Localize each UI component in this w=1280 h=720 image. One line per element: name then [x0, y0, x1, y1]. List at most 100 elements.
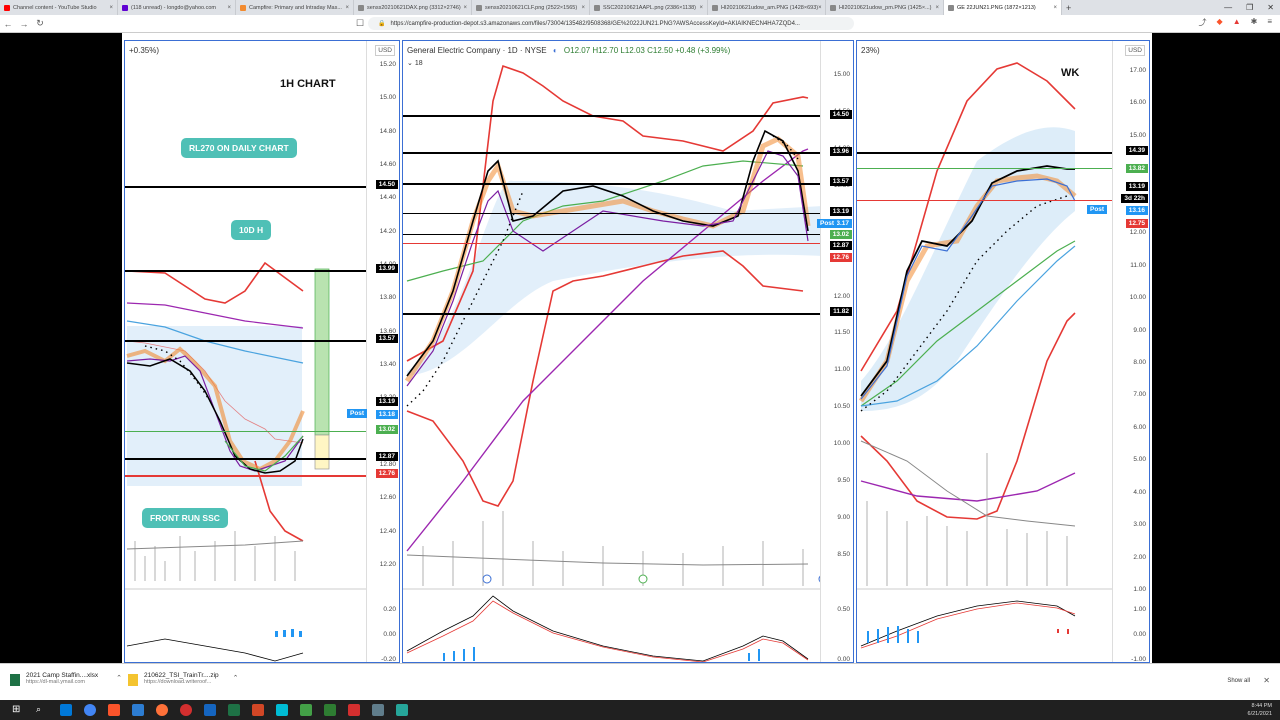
tab-label: HI20210621udow_pm.PNG (1425×...) [839, 4, 932, 11]
browser-tab[interactable]: GE 22JUN21.PNG (1872×1213) × [944, 0, 1062, 15]
tab-close-icon[interactable]: × [699, 5, 703, 11]
chevron-up-icon[interactable]: ⌃ [116, 674, 122, 682]
chevron-up-icon[interactable]: ⌃ [233, 674, 239, 682]
download-item[interactable]: 2021 Camp Staffin....xlsx https://dl-mail… [10, 672, 122, 686]
price-level-tag: 12.87 [375, 452, 398, 461]
oscillator-tick-label: 0.20 [383, 606, 396, 613]
price-level-tag: 12.76 [375, 469, 398, 478]
bookmark-icon[interactable]: ☐ [352, 18, 368, 29]
price-level-tag: 13.57 [829, 177, 852, 186]
opera-icon[interactable] [180, 704, 192, 716]
alert-icon[interactable]: ▲ [1233, 17, 1241, 28]
browser-tab[interactable]: HI20210621udow_am.PNG (1428×693) × [708, 0, 826, 15]
price-level-tag: 12.87 [829, 241, 852, 250]
window-controls: — ❐ ✕ [1224, 0, 1274, 15]
app-icon[interactable] [396, 704, 408, 716]
price-tick-label: 3.00 [1133, 521, 1146, 529]
brave-shield-icon[interactable]: ◆ [1217, 17, 1223, 28]
ie-icon[interactable] [132, 704, 144, 716]
close-window-button[interactable]: ✕ [1267, 3, 1274, 12]
back-icon[interactable]: ← [0, 19, 16, 29]
tab-close-icon[interactable]: × [463, 5, 467, 11]
level-line-14-50 [403, 115, 823, 117]
search-icon[interactable]: ⌕ [36, 704, 48, 716]
menu-icon[interactable]: ≡ [1267, 17, 1272, 28]
browser-tab[interactable]: (118 unread) - longdo@yahoo.com × [118, 0, 236, 15]
app-icon[interactable] [300, 704, 312, 716]
price-level-tag: 3d 22h [1121, 194, 1148, 203]
price-tick-label: 15.00 [833, 71, 850, 78]
app-icon[interactable] [276, 704, 288, 716]
powerpoint-icon[interactable] [252, 704, 264, 716]
price-tick-label: 11.50 [834, 329, 850, 337]
forward-icon[interactable]: → [16, 19, 32, 29]
tab-close-icon[interactable]: × [581, 5, 585, 11]
tab-close-icon[interactable]: × [935, 5, 939, 11]
app-icon[interactable] [348, 704, 360, 716]
show-all-button[interactable]: Show all [1227, 678, 1250, 684]
level-line-13-99 [125, 270, 369, 272]
system-clock[interactable]: 8:44 PM 6/21/2021 [1248, 702, 1272, 718]
level-line-12-87 [403, 234, 823, 235]
indicator-toggle[interactable]: ⌄ 18 [407, 59, 423, 67]
daily-chart-drawing [403, 64, 828, 662]
price-level-tag: 13.57 [375, 334, 398, 343]
tab-label: Campfire: Primary and Intraday Mas... [249, 4, 342, 11]
tab-favicon-icon [712, 4, 718, 11]
price-tick-label: 12.40 [379, 527, 396, 535]
price-tick-label: 14.40 [379, 194, 396, 202]
edge-icon[interactable] [60, 704, 72, 716]
close-icon[interactable]: ✕ [1263, 676, 1270, 685]
daily-chart-panel: General Electric Company · 1D · NYSE ◐ O… [402, 40, 854, 663]
windows-start-icon[interactable]: ⊞ [12, 704, 24, 716]
price-tick-label: 12.60 [379, 494, 396, 502]
price-tick-label: 11.00 [834, 366, 850, 374]
download-source: https://dl-mail.ymail.com [26, 679, 85, 685]
download-item[interactable]: 210622_TSI_TrainTr....zip https://downloa… [128, 672, 239, 686]
price-level-tag: 14.39 [1125, 146, 1148, 155]
browser-tab[interactable]: Campfire: Primary and Intraday Mas... × [236, 0, 354, 15]
oscillator-tick-label: 0.00 [1133, 631, 1146, 638]
price-tick-label: 9.00 [837, 514, 850, 522]
reload-icon[interactable]: ↻ [32, 18, 48, 29]
restore-button[interactable]: ❐ [1246, 3, 1253, 12]
url-field[interactable]: 🔒 https://campfire-production-depot.s3.am… [368, 17, 854, 30]
level-line-13-82 [857, 168, 1119, 169]
browser-tab[interactable]: SSC20210621AAPL.png (2386×1138) × [590, 0, 708, 15]
price-tick-label: 5.00 [1133, 456, 1146, 464]
tab-close-icon[interactable]: × [1053, 5, 1057, 11]
download-source: https://download.writeroof... [144, 679, 212, 685]
browser-tab[interactable]: HI20210621udow_pm.PNG (1425×...) × [826, 0, 944, 15]
tab-favicon-icon [594, 4, 600, 11]
browser-tab[interactable]: Channel content - YouTube Studio × [0, 0, 118, 15]
outlook-icon[interactable] [204, 704, 216, 716]
daily-symbol[interactable]: General Electric Company · 1D · NYSE [407, 46, 547, 55]
hourly-chart-drawing [125, 261, 369, 662]
excel-icon[interactable] [228, 704, 240, 716]
new-tab-button[interactable]: + [1066, 3, 1071, 13]
price-tick-label: 11.00 [1130, 261, 1146, 269]
extensions-icon[interactable]: ✱ [1251, 17, 1258, 28]
chrome-icon[interactable] [84, 704, 96, 716]
firefox-icon[interactable] [156, 704, 168, 716]
app-icon[interactable] [372, 704, 384, 716]
tab-close-icon[interactable]: × [818, 5, 822, 11]
chart-app-icon[interactable] [324, 704, 336, 716]
price-level-tag: 13.16 [1125, 206, 1148, 215]
level-line-12-76 [403, 243, 823, 244]
price-tick-label: 15.00 [379, 94, 396, 102]
minimize-button[interactable]: — [1224, 3, 1232, 12]
price-level-tag: 13.19 [1125, 182, 1148, 191]
price-level-tag: 14.50 [375, 180, 398, 189]
brave-icon[interactable] [108, 704, 120, 716]
share-icon[interactable]: ⤴ [1199, 17, 1207, 28]
price-tick-label: 10.00 [1129, 294, 1146, 302]
tab-close-icon[interactable]: × [227, 5, 231, 11]
zip-file-icon [128, 674, 138, 686]
browser-tab[interactable]: senss20210621DAX.png (3312×2746) × [354, 0, 472, 15]
tab-close-icon[interactable]: × [345, 5, 349, 11]
browser-tab[interactable]: senss20210621CLF.png (2522×1565) × [472, 0, 590, 15]
hourly-header-fragment: +0.35%) [129, 46, 160, 55]
tab-label: senss20210621CLF.png (2522×1565) [485, 4, 578, 11]
tab-close-icon[interactable]: × [109, 5, 113, 11]
